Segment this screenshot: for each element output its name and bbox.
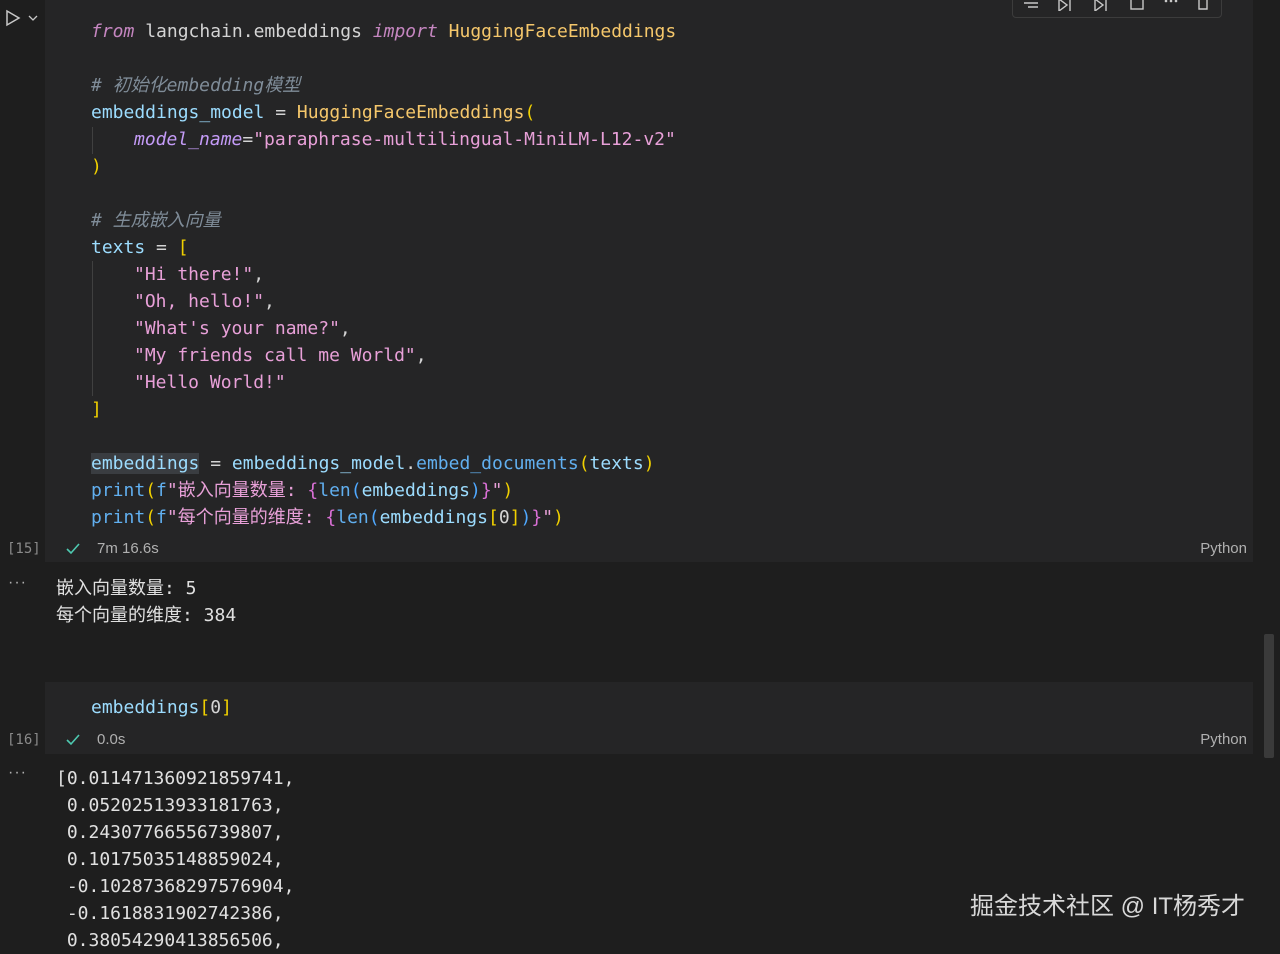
check-icon — [66, 734, 80, 746]
run-below-icon[interactable] — [1091, 0, 1111, 11]
watermark: 掘金技术社区 @ IT杨秀才 — [970, 893, 1246, 920]
code-line[interactable]: "Hi there!", — [134, 261, 264, 288]
code-line[interactable]: embeddings[0] — [91, 694, 232, 721]
indent-guide — [92, 127, 93, 154]
delete-icon[interactable] — [1193, 0, 1213, 11]
output-more-icon[interactable]: ··· — [8, 764, 27, 782]
code-line[interactable]: embeddings = embeddings_model.embed_docu… — [91, 450, 655, 477]
code-line[interactable]: # 初始化embedding模型 — [91, 72, 300, 99]
code-line[interactable]: texts = [ — [91, 234, 189, 261]
code-line[interactable]: ] — [91, 396, 102, 423]
code-line[interactable]: "Hello World!" — [134, 369, 286, 396]
output-line: [0.011471360921859741, — [56, 768, 295, 789]
code-line[interactable]: "My friends call me World", — [134, 342, 427, 369]
output-line: -0.10287368297576904, — [56, 876, 295, 897]
code-line[interactable]: print(f"嵌入向量数量: {len(embeddings)}") — [91, 477, 513, 504]
check-icon — [66, 543, 80, 555]
cell-language[interactable]: Python — [1200, 537, 1247, 561]
cell-toolbar — [1012, 0, 1222, 18]
output-line: 嵌入向量数量: 5 — [56, 578, 197, 599]
code-line[interactable]: print(f"每个向量的维度: {len(embeddings[0])}") — [91, 504, 564, 531]
split-cell-icon[interactable] — [1127, 0, 1147, 11]
cell-language[interactable]: Python — [1200, 728, 1247, 752]
execution-time: 0.0s — [97, 731, 126, 748]
output-line: 0.05202513933181763, — [56, 795, 284, 816]
chevron-down-icon — [28, 15, 38, 21]
execution-count: [16] — [7, 732, 41, 748]
output-line: 0.10175035148859024, — [56, 849, 284, 870]
output-line: 0.38054290413856506, — [56, 930, 284, 951]
code-line[interactable]: "Oh, hello!", — [134, 288, 275, 315]
code-line[interactable]: ) — [91, 153, 102, 180]
run-above-icon[interactable] — [1055, 0, 1075, 11]
format-icon[interactable] — [1021, 0, 1041, 11]
run-cell-icon[interactable] — [4, 9, 46, 27]
more-icon[interactable] — [1161, 0, 1181, 11]
indent-guide — [92, 261, 93, 396]
output-line: -0.1618831902742386, — [56, 903, 284, 924]
code-line[interactable]: from langchain.embeddings import Hugging… — [91, 18, 676, 45]
output-more-icon[interactable]: ··· — [8, 574, 27, 592]
code-line[interactable]: # 生成嵌入向量 — [91, 207, 221, 234]
output-line: 0.24307766556739807, — [56, 822, 284, 843]
execution-count: [15] — [7, 541, 41, 557]
execution-time: 7m 16.6s — [97, 540, 159, 557]
code-line[interactable]: embeddings_model = HuggingFaceEmbeddings… — [91, 99, 535, 126]
output-line: 每个向量的维度: 384 — [56, 605, 237, 626]
code-line[interactable]: model_name="paraphrase-multilingual-Mini… — [134, 126, 676, 153]
code-line[interactable]: "What's your name?", — [134, 315, 351, 342]
scrollbar[interactable] — [1264, 634, 1274, 758]
